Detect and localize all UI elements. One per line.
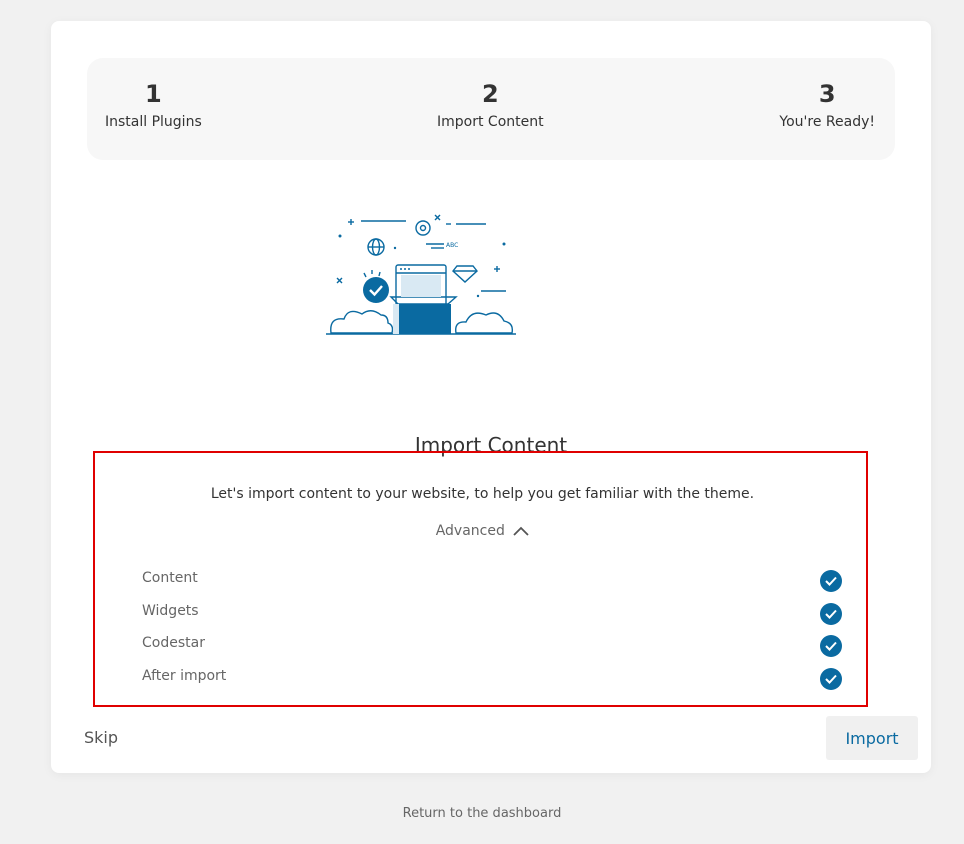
- import-illustration: ABC: [326, 214, 516, 335]
- advanced-toggle[interactable]: Advanced: [95, 523, 870, 539]
- import-options-panel: Let's import content to your website, to…: [93, 451, 868, 707]
- step-import-content: 2 Import Content: [437, 78, 544, 132]
- step-install-plugins: 1 Install Plugins: [105, 78, 202, 132]
- wizard-steps: 1 Install Plugins 2 Import Content 3 You…: [87, 58, 895, 160]
- option-label: Content: [142, 570, 198, 586]
- step-number: 3: [818, 80, 836, 108]
- step-youre-ready: 3 You're Ready!: [779, 78, 875, 132]
- option-content: Content: [142, 570, 842, 592]
- import-button[interactable]: Import: [826, 716, 918, 760]
- check-icon[interactable]: [820, 668, 842, 690]
- check-icon[interactable]: [820, 635, 842, 657]
- import-description: Let's import content to your website, to…: [210, 486, 755, 502]
- step-label: You're Ready!: [779, 114, 875, 130]
- return-to-dashboard-link[interactable]: Return to the dashboard: [0, 806, 964, 821]
- step-number: 1: [145, 80, 162, 108]
- step-number: 2: [481, 80, 499, 108]
- option-label: Widgets: [142, 603, 199, 619]
- check-icon[interactable]: [820, 603, 842, 625]
- step-label: Import Content: [437, 114, 544, 130]
- check-icon[interactable]: [820, 570, 842, 592]
- option-codestar: Codestar: [142, 635, 842, 657]
- option-widgets: Widgets: [142, 603, 842, 625]
- illustration-badge-text: ABC: [446, 242, 458, 249]
- step-label: Install Plugins: [105, 114, 202, 130]
- option-label: Codestar: [142, 635, 205, 651]
- option-after-import: After import: [142, 668, 842, 690]
- skip-link[interactable]: Skip: [84, 728, 118, 747]
- advanced-label: Advanced: [435, 523, 505, 539]
- option-label: After import: [142, 668, 227, 684]
- chevron-up-icon: [513, 526, 529, 536]
